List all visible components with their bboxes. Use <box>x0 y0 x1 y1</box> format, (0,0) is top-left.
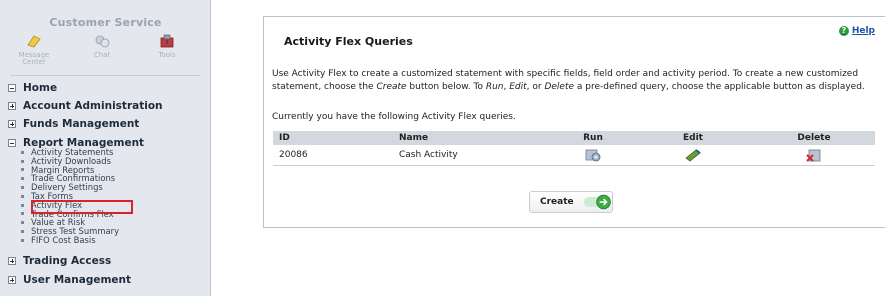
delete-icon[interactable] <box>806 148 822 162</box>
run-icon[interactable] <box>585 148 601 162</box>
desc-edit: Edit <box>509 81 527 92</box>
nav-funds-management[interactable]: Funds Management <box>8 118 139 130</box>
bullet-icon <box>21 221 24 225</box>
col-run: Run <box>553 131 633 145</box>
bullet-icon <box>21 159 24 163</box>
run-cell <box>553 145 633 166</box>
expand-icon <box>8 102 16 110</box>
expand-icon <box>8 257 16 265</box>
desc-run: Run <box>485 81 504 92</box>
nav-user-management[interactable]: User Management <box>8 274 131 286</box>
bullet-icon <box>21 150 24 154</box>
bullet-icon <box>21 194 24 198</box>
current-queries-text: Currently you have the following Activit… <box>272 112 516 122</box>
desc-part2: button below. To <box>406 81 486 92</box>
report-management-items: Activity Statements Activity Downloads M… <box>16 148 119 245</box>
chat-button[interactable]: Chat <box>87 32 117 59</box>
arrow-right-icon <box>583 194 611 210</box>
desc-delete: Delete <box>544 81 575 92</box>
page-title: Activity Flex Queries <box>284 35 413 48</box>
help-link[interactable]: ? Help <box>838 26 875 36</box>
help-label: Help <box>851 26 875 36</box>
help-icon: ? <box>838 26 849 36</box>
query-name: Cash Activity <box>393 145 553 166</box>
bullet-icon <box>21 230 24 234</box>
create-button[interactable]: Create <box>529 191 613 213</box>
col-name: Name <box>393 131 553 145</box>
bullet-icon <box>21 212 24 216</box>
chat-label: Chat <box>93 51 111 59</box>
queries-table: ID Name Run Edit Delete 20086 Cash Activ… <box>273 131 875 166</box>
message-center-button[interactable]: Message Center <box>16 32 52 66</box>
desc-part3: a pre-defined query, choose the applicab… <box>574 81 865 92</box>
activity-flex-panel: Activity Flex Queries ? Help Use Activit… <box>263 16 885 228</box>
table-row: 20086 Cash Activity <box>273 145 875 166</box>
expand-icon <box>8 120 16 128</box>
customer-service-icons: Message Center Chat Tools <box>0 32 211 72</box>
desc-create: Create <box>376 81 407 92</box>
nav-account-administration-label: Account Administration <box>23 100 163 112</box>
bullet-icon <box>21 177 24 181</box>
bullet-icon <box>21 238 24 242</box>
table-header-row: ID Name Run Edit Delete <box>273 131 875 145</box>
edit-cell <box>633 145 753 166</box>
nav-trading-access-label: Trading Access <box>23 255 112 267</box>
col-delete: Delete <box>753 131 875 145</box>
sidebar-item-fifo-cost-basis[interactable]: FIFO Cost Basis <box>16 236 119 245</box>
create-label: Create <box>540 197 574 207</box>
nav-home[interactable]: Home <box>8 82 57 94</box>
chat-icon <box>95 35 110 48</box>
sidebar-item-label: FIFO Cost Basis <box>31 234 96 245</box>
nav-user-management-label: User Management <box>23 274 132 286</box>
sidebar: Customer Service Message Center Chat Too… <box>0 0 211 296</box>
expand-icon <box>8 276 16 284</box>
description-text: Use Activity Flex to create a customized… <box>272 68 884 93</box>
col-id: ID <box>273 131 393 145</box>
tools-icon <box>160 34 174 48</box>
delete-cell <box>753 145 875 166</box>
desc-or: , or <box>526 81 545 92</box>
activity-flex-highlight <box>31 200 133 214</box>
tools-label: Tools <box>158 51 176 59</box>
nav-account-administration[interactable]: Account Administration <box>8 100 163 112</box>
query-id: 20086 <box>273 145 393 166</box>
nav-trading-access[interactable]: Trading Access <box>8 255 111 267</box>
bullet-icon <box>21 186 24 190</box>
nav-home-label: Home <box>23 82 58 94</box>
nav-funds-management-label: Funds Management <box>23 118 140 130</box>
collapse-icon <box>8 139 16 147</box>
tools-button[interactable]: Tools <box>150 32 184 59</box>
customer-service-title: Customer Service <box>49 16 162 29</box>
bullet-icon <box>21 168 24 172</box>
bullet-icon <box>21 203 24 207</box>
collapse-icon <box>8 84 16 92</box>
message-center-label-2: Center <box>22 58 46 66</box>
col-edit: Edit <box>633 131 753 145</box>
message-center-icon <box>27 35 41 48</box>
sidebar-divider <box>10 75 200 76</box>
edit-icon[interactable] <box>684 148 702 162</box>
